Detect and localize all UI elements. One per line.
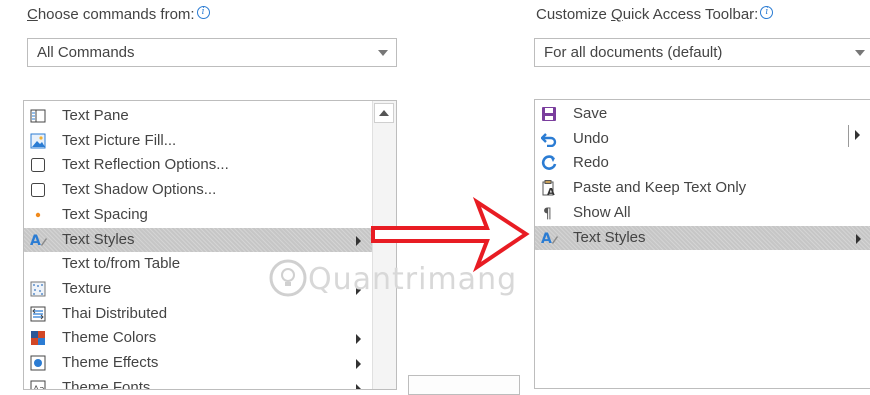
list-item-label: Show All bbox=[573, 203, 631, 221]
commands-list[interactable]: Text Pane Text Picture Fill... Text Reflec… bbox=[23, 100, 397, 390]
left-list-item[interactable]: Theme Effects bbox=[24, 351, 372, 375]
svg-text:A: A bbox=[547, 187, 555, 196]
list-item-label: Texture bbox=[62, 279, 112, 297]
svg-text:Aa: Aa bbox=[33, 385, 45, 390]
list-item-label: Paste and Keep Text Only bbox=[573, 179, 747, 197]
left-list-item[interactable]: Thai Distributed bbox=[24, 302, 372, 326]
left-list-item[interactable]: Text Spacing bbox=[24, 203, 372, 227]
separator-line bbox=[848, 125, 849, 147]
submenu-arrow-icon bbox=[856, 233, 861, 244]
checkbox-icon bbox=[30, 157, 46, 173]
left-list-item[interactable]: Text Shadow Options... bbox=[24, 178, 372, 202]
list-item-label: Text to/from Table bbox=[62, 255, 181, 273]
list-item-label: Thai Distributed bbox=[62, 304, 168, 322]
right-list-item[interactable]: Save bbox=[535, 102, 870, 126]
left-list-item[interactable]: Aa Theme Fonts bbox=[24, 376, 372, 390]
save-icon bbox=[541, 106, 557, 122]
list-item-label: Theme Effects bbox=[62, 354, 159, 371]
list-item-label: Redo bbox=[573, 154, 609, 172]
list-item-label: Text Shadow Options... bbox=[62, 181, 217, 199]
right-list-item[interactable]: A Text Styles bbox=[535, 225, 870, 250]
thai-distributed-icon bbox=[30, 306, 46, 322]
left-list-item[interactable]: A Text Styles bbox=[24, 227, 372, 252]
list-item-label: Text Styles bbox=[62, 230, 135, 248]
list-item-label: Theme Fonts bbox=[62, 378, 151, 390]
dropdown-value: For all documents (default) bbox=[544, 44, 723, 61]
svg-text:A: A bbox=[541, 231, 552, 246]
choose-commands-label: Choose commands from: i bbox=[27, 6, 210, 23]
left-list-item[interactable]: Theme Colors bbox=[24, 326, 372, 350]
theme-colors-icon bbox=[30, 330, 46, 346]
paste-text-only-icon: A bbox=[541, 180, 557, 198]
picture-fill-icon bbox=[30, 133, 46, 149]
pilcrow-icon: ¶ bbox=[541, 205, 557, 222]
text-styles-icon: A bbox=[541, 230, 558, 247]
toolbar-scope-dropdown[interactable]: For all documents (default) bbox=[534, 38, 870, 67]
list-item-label: Save bbox=[573, 105, 608, 122]
list-item-label: Text Reflection Options... bbox=[62, 156, 229, 174]
bullet-dot-icon bbox=[30, 207, 46, 223]
submenu-arrow-icon bbox=[356, 235, 361, 246]
expand-arrow-icon[interactable] bbox=[855, 130, 860, 140]
right-list-item[interactable]: ¶ Show All bbox=[535, 201, 870, 225]
add-button[interactable] bbox=[408, 375, 520, 395]
text-pane-icon bbox=[30, 108, 46, 124]
left-list-item[interactable]: Text Reflection Options... bbox=[24, 153, 372, 177]
customize-qat-label: Customize Quick Access Toolbar: i bbox=[536, 6, 774, 23]
commands-from-dropdown[interactable]: All Commands bbox=[27, 38, 397, 67]
toolbar-commands-list[interactable]: Save Undo Redo A Paste and Keep Text Only ¶ Sh… bbox=[534, 99, 870, 389]
checkbox-icon bbox=[30, 182, 46, 198]
lightbulb-logo-icon bbox=[269, 259, 307, 297]
theme-effects-icon bbox=[30, 355, 46, 371]
arrow-up-icon bbox=[379, 110, 389, 116]
list-item-label: Text Spacing bbox=[62, 205, 148, 223]
list-item-label: Text Pane bbox=[62, 107, 129, 124]
scroll-up-button[interactable] bbox=[374, 103, 394, 123]
info-icon: i bbox=[196, 6, 210, 19]
left-list-item[interactable]: Text Pane bbox=[24, 104, 372, 128]
list-item-label: Theme Colors bbox=[62, 329, 157, 347]
info-icon: i bbox=[760, 6, 774, 19]
right-list-item[interactable]: Undo bbox=[535, 127, 870, 151]
right-list-item[interactable]: Redo bbox=[535, 151, 870, 175]
list-item-label: Text Styles bbox=[573, 228, 646, 246]
chevron-down-icon bbox=[855, 50, 865, 56]
submenu-arrow-icon bbox=[356, 334, 361, 345]
svg-text:A: A bbox=[30, 233, 41, 248]
red-arrow-icon bbox=[371, 197, 530, 273]
submenu-arrow-icon bbox=[356, 359, 361, 369]
right-list-item[interactable]: A Paste and Keep Text Only bbox=[535, 176, 870, 200]
redo-icon bbox=[541, 155, 557, 171]
chevron-down-icon bbox=[378, 50, 388, 56]
texture-icon bbox=[30, 281, 46, 297]
text-styles-icon: A bbox=[30, 232, 47, 249]
list-item-label: Undo bbox=[573, 129, 609, 147]
svg-text:¶: ¶ bbox=[543, 206, 552, 221]
list-item-label: Text Picture Fill... bbox=[62, 131, 177, 149]
dropdown-value: All Commands bbox=[37, 44, 135, 61]
left-list-item[interactable]: Text Picture Fill... bbox=[24, 129, 372, 153]
undo-icon bbox=[540, 131, 557, 147]
